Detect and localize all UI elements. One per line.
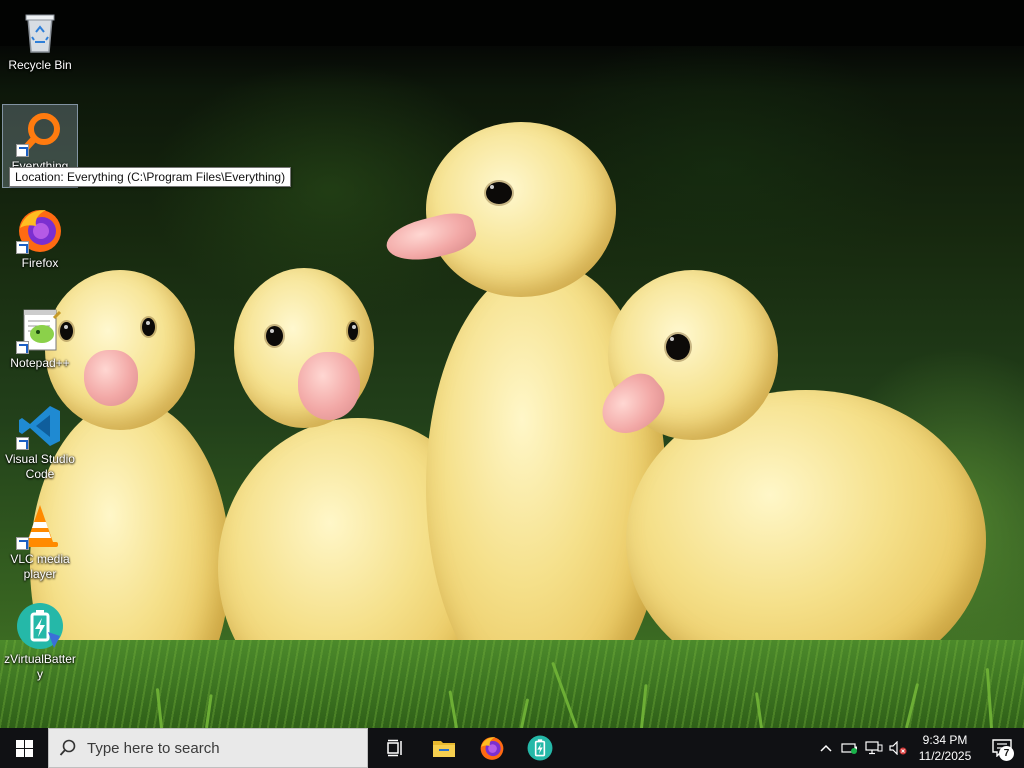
start-button[interactable] (0, 728, 48, 768)
search-icon (49, 739, 87, 757)
windows-logo-icon (15, 739, 33, 757)
desktop-icon-zvirtualbattery[interactable]: zVirtualBattery (2, 598, 78, 690)
shortcut-arrow-icon (16, 144, 29, 157)
zvirtualbattery-icon (527, 735, 553, 761)
desktop-icon-label: Notepad++ (10, 356, 70, 370)
desktop-icon-label: VLC media player (10, 552, 70, 581)
show-hidden-icons-chevron-up-icon[interactable] (814, 728, 838, 768)
desktop-icon-label: zVirtualBattery (4, 652, 76, 681)
firefox-icon (16, 206, 64, 254)
taskbar-clock[interactable]: 9:34 PM 11/2/2025 (910, 732, 980, 764)
action-center-button[interactable]: 7 (980, 728, 1024, 768)
taskbar: Type here to search 9:34 PM 11/2/2025 7 (0, 728, 1024, 768)
network-icon[interactable] (862, 728, 886, 768)
recycle-bin-icon (16, 8, 64, 56)
task-view-button[interactable] (372, 728, 420, 768)
taskbar-firefox[interactable] (468, 728, 516, 768)
notepad-plus-plus-icon (16, 306, 64, 354)
desktop-icon-label: Recycle Bin (8, 58, 72, 72)
task-view-icon (387, 739, 402, 757)
notification-count-badge: 7 (999, 746, 1014, 761)
shortcut-arrow-icon (16, 341, 29, 354)
search-placeholder: Type here to search (87, 739, 220, 757)
file-explorer-icon (433, 741, 455, 757)
desktop-icon-recycle-bin[interactable]: Recycle Bin (2, 4, 78, 88)
duckling-4 (591, 270, 996, 700)
wallpaper-top-band (0, 0, 1024, 46)
grass (0, 640, 1024, 728)
desktop-icon-firefox[interactable]: Firefox (2, 202, 78, 286)
desktop-wallpaper (0, 0, 1024, 728)
taskbar-zvirtualbattery[interactable] (516, 728, 564, 768)
battery-charging-icon[interactable] (838, 728, 862, 768)
everything-search-icon (16, 109, 64, 157)
desktop-icon-vscode[interactable]: Visual Studio Code (2, 398, 78, 490)
system-tray: 9:34 PM 11/2/2025 7 (814, 728, 1024, 768)
volume-muted-icon[interactable] (886, 728, 910, 768)
desktop-icon-vlc[interactable]: VLC media player (2, 498, 78, 590)
firefox-icon (480, 737, 504, 760)
desktop-icon-tooltip: Location: Everything (C:\Program Files\E… (9, 167, 292, 187)
desktop-icon-label: Firefox (21, 256, 59, 270)
desktop-icon-notepad-plus-plus[interactable]: Notepad++ (2, 302, 78, 386)
taskbar-file-explorer[interactable] (420, 728, 468, 768)
zvirtualbattery-icon (16, 602, 64, 650)
taskbar-search-box[interactable]: Type here to search (48, 728, 368, 768)
vscode-icon (16, 402, 64, 450)
clock-time: 9:34 PM (922, 733, 968, 747)
clock-date: 11/2/2025 (918, 749, 972, 763)
desktop-icon-label: Visual Studio Code (5, 452, 75, 481)
shortcut-arrow-icon (16, 241, 29, 254)
shortcut-arrow-icon (16, 437, 29, 450)
shortcut-arrow-icon (16, 537, 29, 550)
vlc-icon (16, 502, 64, 550)
